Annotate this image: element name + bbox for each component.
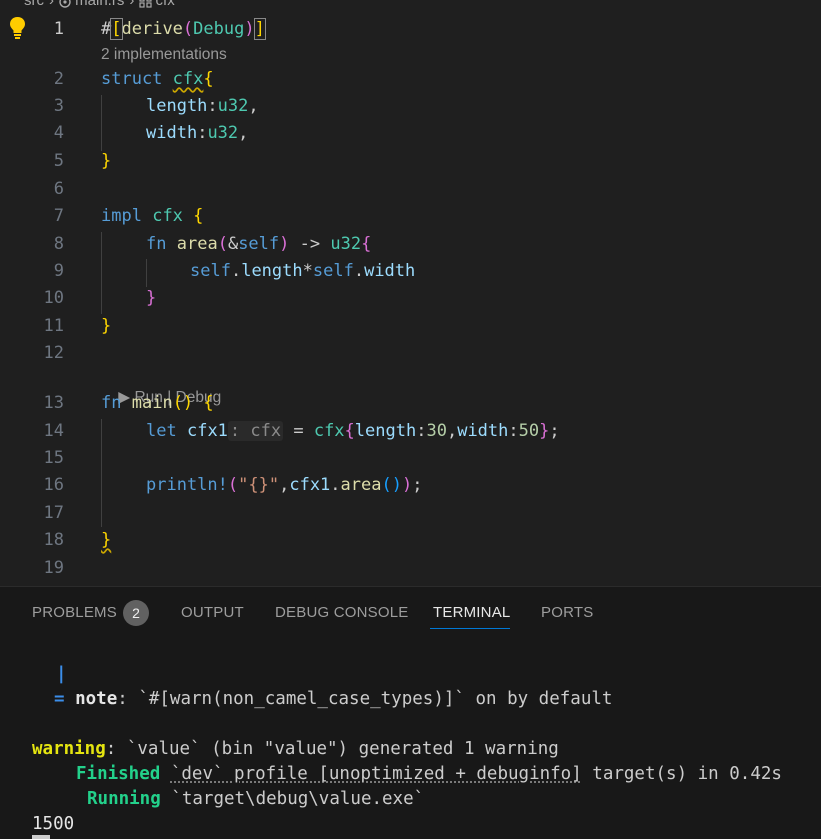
code-text: fn main() { — [101, 393, 214, 413]
line-number: 12 — [43, 343, 64, 363]
terminal-line: Finished `dev` profile [unoptimized + de… — [76, 764, 782, 784]
tab-problems[interactable]: PROBLEMS — [32, 604, 117, 621]
line-number: 13 — [43, 393, 64, 413]
terminal-line: Running `target\debug\value.exe` — [87, 789, 425, 809]
line-number: 11 — [43, 316, 64, 336]
code-line-6[interactable]: 6 — [0, 176, 821, 203]
code-text: struct cfx{ — [101, 69, 214, 89]
program-output: 1500 — [32, 814, 75, 834]
code-line-16[interactable]: 16 println!("{}",cfx1.area()); — [0, 472, 821, 499]
code-line-10[interactable]: 10 } — [0, 285, 821, 312]
breadcrumb-symbol[interactable]: cfx — [156, 0, 175, 9]
line-number: 1 — [53, 19, 64, 39]
line-number: 7 — [53, 206, 64, 226]
code-text: } — [101, 151, 112, 171]
terminal-line: | — [56, 664, 67, 684]
line-number: 10 — [43, 288, 64, 308]
code-line-19[interactable]: 19 — [0, 555, 821, 582]
code-lens-implementations[interactable]: 2 implementations — [101, 46, 227, 64]
struct-symbol-icon — [139, 0, 152, 8]
code-line-9[interactable]: 9 self.length*self.width — [0, 258, 821, 285]
code-text: #[derive(Debug)] — [101, 18, 266, 40]
code-line-12[interactable]: 12 — [0, 340, 821, 367]
tab-output[interactable]: OUTPUT — [181, 604, 244, 621]
code-text: fn area(&self) -> u32{ — [146, 234, 372, 254]
active-tab-indicator — [430, 628, 510, 629]
chevron-right-icon: › — [49, 0, 54, 9]
code-line-13[interactable]: 13 fn main() { — [0, 390, 821, 417]
editor[interactable]: src › main.rs › cfx 1 #[derive(Debug)] 2 i… — [0, 0, 821, 586]
line-number: 17 — [43, 503, 64, 523]
tab-debug-console[interactable]: DEBUG CONSOLE — [275, 604, 408, 621]
chevron-right-icon: › — [129, 0, 135, 9]
code-line-2[interactable]: 2 struct cfx{ — [0, 66, 821, 93]
code-text: length:u32, — [146, 96, 259, 116]
code-line-1[interactable]: 1 #[derive(Debug)] — [0, 16, 821, 43]
line-number: 16 — [43, 475, 64, 495]
code-line-17[interactable]: 17 — [0, 500, 821, 527]
line-number: 5 — [53, 151, 64, 171]
line-number: 4 — [53, 123, 64, 143]
line-number: 18 — [43, 530, 64, 550]
code-text: impl cfx { — [101, 206, 204, 226]
code-line-3[interactable]: 3 length:u32, — [0, 93, 821, 120]
breadcrumb-folder[interactable]: src — [24, 0, 44, 9]
tab-terminal[interactable]: TERMINAL — [433, 604, 510, 621]
problems-count-badge: 2 — [123, 600, 149, 626]
line-number: 15 — [43, 448, 64, 468]
code-line-15[interactable]: 15 — [0, 445, 821, 472]
code-line-4[interactable]: 4 width:u32, — [0, 120, 821, 147]
code-line-8[interactable]: 8 fn area(&self) -> u32{ — [0, 231, 821, 258]
rust-file-icon — [59, 0, 71, 8]
code-text: let cfx1: cfx = cfx{length:30,width:50}; — [146, 421, 560, 441]
terminal-line: warning: `value` (bin "value") generated… — [32, 739, 559, 759]
code-line-18[interactable]: 18 } — [0, 527, 821, 554]
code-text: println!("{}",cfx1.area()); — [146, 475, 423, 495]
code-line-14[interactable]: 14 let cfx1: cfx = cfx{length:30,width:5… — [0, 418, 821, 445]
code-line-11[interactable]: 11 } — [0, 313, 821, 340]
code-line-5[interactable]: 5 } — [0, 148, 821, 175]
code-text: } — [146, 288, 157, 308]
line-number: 9 — [53, 261, 64, 281]
line-number: 2 — [53, 69, 64, 89]
terminal-cursor — [32, 835, 50, 839]
breadcrumb-file[interactable]: main.rs — [75, 0, 124, 9]
code-text: self.length*self.width — [190, 261, 416, 281]
tab-ports[interactable]: PORTS — [541, 604, 593, 621]
line-number: 6 — [53, 179, 64, 199]
line-number: 14 — [43, 421, 64, 441]
panel-tabs: PROBLEMS 2 OUTPUT DEBUG CONSOLE TERMINAL… — [0, 587, 821, 637]
code-text: width:u32, — [146, 123, 249, 143]
breadcrumb: src › main.rs › cfx — [24, 0, 175, 10]
bottom-panel: PROBLEMS 2 OUTPUT DEBUG CONSOLE TERMINAL… — [0, 586, 821, 839]
code-text: } — [101, 530, 112, 550]
line-number: 3 — [53, 96, 64, 116]
line-number: 19 — [43, 558, 64, 578]
code-line-7[interactable]: 7 impl cfx { — [0, 203, 821, 230]
terminal-line: = note: `#[warn(non_camel_case_types)]` … — [54, 689, 613, 709]
code-text: } — [101, 316, 112, 336]
type-inlay-hint: : cfx — [227, 421, 284, 441]
line-number: 8 — [53, 234, 64, 254]
